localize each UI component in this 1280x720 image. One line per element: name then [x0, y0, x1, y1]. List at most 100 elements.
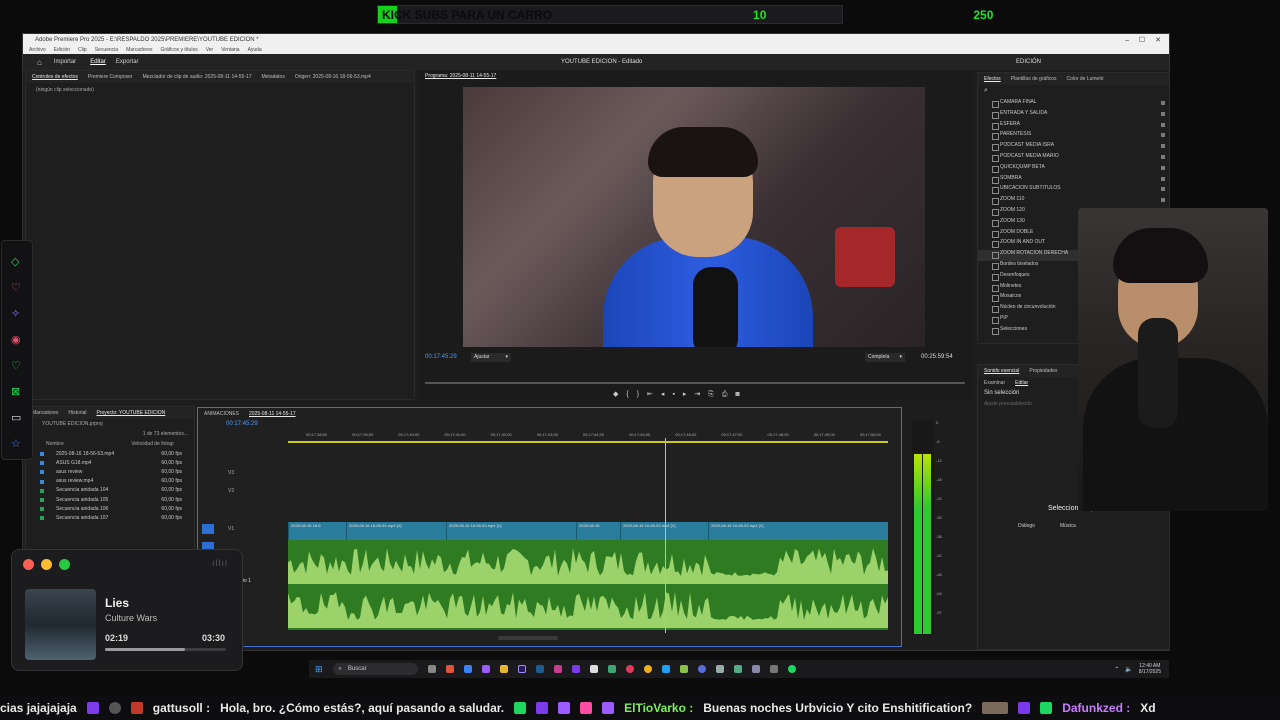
- menu-ventana[interactable]: Ventana: [221, 47, 239, 53]
- workspace-importar[interactable]: Importar: [54, 59, 76, 65]
- menu-graficos[interactable]: Gráficos y títulos: [160, 47, 197, 53]
- folder-icon[interactable]: [499, 665, 508, 673]
- tab-propiedades[interactable]: Propiedades: [1029, 368, 1057, 374]
- app-icon[interactable]: [553, 665, 562, 673]
- chevron-up-icon[interactable]: ⌃: [1114, 666, 1119, 673]
- tab-controles-efectos[interactable]: Controles de efectos: [32, 74, 78, 80]
- app-icon[interactable]: [769, 665, 778, 673]
- video-clip[interactable]: 2025-08-16 18-56-53.mp4 [V]: [346, 522, 446, 540]
- project-item-row[interactable]: asus review.mp4 60,00 fps: [26, 477, 194, 486]
- star-icon[interactable]: ☆: [11, 437, 21, 450]
- tab-examinar[interactable]: Examinar: [984, 380, 1005, 386]
- video-clip[interactable]: 2025-08-16 18-56-53.mp4 [V]: [620, 522, 708, 540]
- video-clip[interactable]: 2025-08-16 18-56-53.mp4 [V]: [708, 522, 888, 540]
- menu-clip[interactable]: Clip: [78, 47, 87, 53]
- chat-icon[interactable]: ▭: [11, 411, 21, 424]
- app-icon[interactable]: [661, 665, 670, 673]
- maximize-dot-icon[interactable]: [59, 559, 70, 570]
- premiere-icon[interactable]: [517, 665, 526, 673]
- tab-historial[interactable]: Historial: [68, 410, 86, 416]
- workspace-exportar[interactable]: Exportar: [116, 59, 139, 65]
- video-clip[interactable]: 2025-08-16: [576, 522, 620, 540]
- eye-icon[interactable]: ◉: [11, 333, 21, 346]
- project-item-row[interactable]: Secuencia anidada 106 60,00 fps: [26, 504, 194, 513]
- menu-archivo[interactable]: Archivo: [29, 47, 46, 53]
- transport-controls[interactable]: ◆{}⇤◂▪▸⇥⎘⎙◙: [613, 390, 748, 399]
- timeline-playhead[interactable]: [665, 438, 666, 633]
- work-area-bar[interactable]: [288, 441, 888, 443]
- close-dot-icon[interactable]: [23, 559, 34, 570]
- effects-list-item[interactable]: ZOOM 110: [978, 196, 1169, 207]
- track-v2-label[interactable]: V2: [228, 488, 234, 494]
- music-button[interactable]: Música: [1060, 523, 1076, 529]
- app-icon[interactable]: [679, 665, 688, 673]
- tab-marcadores[interactable]: Marcadores: [32, 410, 58, 416]
- search-icon[interactable]: ⌕: [984, 87, 988, 94]
- effects-list-item[interactable]: PODCAST MEDIA ISRA: [978, 142, 1169, 153]
- effects-list-item[interactable]: ESFERA: [978, 121, 1169, 132]
- effects-list-item[interactable]: ENTRADA Y SALIDA: [978, 110, 1169, 121]
- effects-list-item[interactable]: PARENTESIS: [978, 131, 1169, 142]
- clock[interactable]: 12:40 AM 8/17/2025: [1139, 663, 1161, 675]
- quality-dropdown[interactable]: Completa ▾: [865, 353, 905, 362]
- tab-origen[interactable]: Origen: 2025-08-16 18-56-53.mp4: [295, 74, 371, 80]
- diamond-icon[interactable]: ◇: [11, 255, 19, 268]
- project-item-row[interactable]: Secuencia anidada 105 60,00 fps: [26, 495, 194, 504]
- fit-dropdown[interactable]: Ajustar ▾: [471, 353, 511, 362]
- window-close-icon[interactable]: ✕: [1155, 36, 1161, 44]
- timeline-zoom-scrollbar[interactable]: [498, 636, 558, 640]
- window-maximize-icon[interactable]: ☐: [1139, 36, 1145, 44]
- dialog-button[interactable]: Diálogo: [1018, 523, 1035, 529]
- chrome-icon[interactable]: [643, 665, 652, 673]
- app-icon[interactable]: [481, 665, 490, 673]
- menu-marcadores[interactable]: Marcadores: [126, 47, 152, 53]
- project-item-row[interactable]: asus review 60,00 fps: [26, 467, 194, 476]
- effects-list-item[interactable]: PODCAST MEDIA MARIO: [978, 153, 1169, 164]
- effects-list-item[interactable]: QUICKQUMP BETA: [978, 164, 1169, 175]
- tab-animaciones[interactable]: ANIMACIONES: [204, 411, 239, 417]
- workspace-label[interactable]: EDICIÓN: [1016, 59, 1041, 65]
- app-icon[interactable]: [751, 665, 760, 673]
- tab-sonido-esencial[interactable]: Sonido esencial: [984, 368, 1019, 374]
- track-progress-bar[interactable]: [105, 648, 226, 651]
- app-icon[interactable]: [463, 665, 472, 673]
- video-track-v1[interactable]: 2025-08-16 18-5 2025-08-16 18-56-53.mp4 […: [288, 522, 888, 540]
- sparkle-icon[interactable]: ✧: [11, 307, 20, 320]
- effects-list-item[interactable]: SOMBRA: [978, 175, 1169, 186]
- audio-track-a1[interactable]: [288, 540, 888, 630]
- tab-mezclador-audio[interactable]: Mezclador de clip de audio: 2025-08-11 1…: [143, 74, 252, 80]
- project-item-row[interactable]: 2025-08-16 18-56-53.mp4 60,00 fps: [26, 449, 194, 458]
- spotify-icon[interactable]: [787, 665, 796, 673]
- tab-editar[interactable]: Editar: [1015, 380, 1028, 386]
- menu-secuencia[interactable]: Secuencia: [95, 47, 118, 53]
- tab-plantillas-graficos[interactable]: Plantillas de gráficos: [1011, 76, 1057, 82]
- menu-edicion[interactable]: Edición: [54, 47, 70, 53]
- home-icon[interactable]: ⌂: [37, 58, 42, 67]
- tab-efectos[interactable]: Efectos: [984, 76, 1001, 82]
- track-v3-label[interactable]: V3: [228, 470, 234, 476]
- window-minimize-icon[interactable]: –: [1125, 37, 1129, 44]
- app-icon[interactable]: [571, 665, 580, 673]
- col-name[interactable]: Nombre: [46, 441, 64, 447]
- project-item-row[interactable]: Secuencia anidada 107 60,00 fps: [26, 513, 194, 522]
- tab-programa[interactable]: Programa: 2025-08-11 14-55-17: [425, 73, 496, 79]
- menu-ver[interactable]: Ver: [206, 47, 214, 53]
- video-clip[interactable]: 2025-08-16 18-56-53.mp4 [V]: [446, 522, 576, 540]
- app-icon[interactable]: [733, 665, 742, 673]
- heart-icon[interactable]: ♡: [11, 281, 21, 294]
- app-icon[interactable]: [715, 665, 724, 673]
- project-item-row[interactable]: ASUS G18.mp4 60,00 fps: [26, 458, 194, 467]
- windows-start-icon[interactable]: ⊞: [315, 664, 323, 675]
- app-icon[interactable]: [535, 665, 544, 673]
- app-icon[interactable]: [607, 665, 616, 673]
- track-v1-label[interactable]: V1: [228, 526, 234, 532]
- workspace-editar[interactable]: Editar: [90, 59, 106, 65]
- app-icon[interactable]: [445, 665, 454, 673]
- tab-metadatos[interactable]: Metadatos: [261, 74, 284, 80]
- video-clip[interactable]: 2025-08-16 18-5: [288, 522, 346, 540]
- project-item-row[interactable]: Secuencia anidada 104 60,00 fps: [26, 486, 194, 495]
- tab-color-lumetri[interactable]: Color de Lumetri: [1067, 76, 1104, 82]
- taskview-icon[interactable]: [427, 665, 436, 673]
- app-icon[interactable]: [625, 665, 634, 673]
- track-v1-target[interactable]: [202, 524, 214, 534]
